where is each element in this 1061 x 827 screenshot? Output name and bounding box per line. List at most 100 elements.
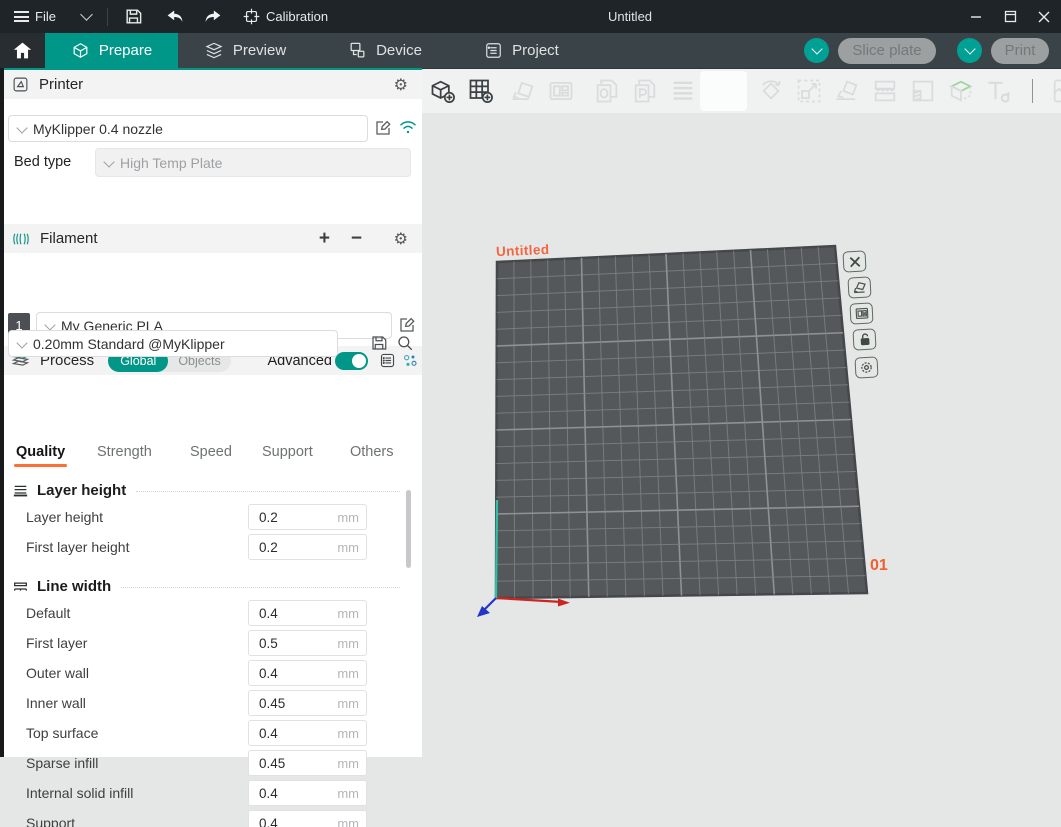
file-menu-dropdown[interactable] [76, 0, 97, 33]
arrange-plate-button[interactable] [849, 302, 873, 324]
fill-color-button[interactable] [904, 71, 942, 111]
mesh-cube-button[interactable] [942, 71, 980, 111]
slice-options-button[interactable] [804, 38, 829, 63]
edit-printer-button[interactable] [374, 119, 392, 137]
redo-button[interactable] [197, 0, 229, 33]
save-preset-button[interactable] [370, 334, 388, 352]
add-object-button[interactable] [424, 71, 462, 111]
compare-presets-button[interactable] [402, 353, 418, 369]
delete-plate-button[interactable] [842, 250, 866, 272]
bed-type-select[interactable]: High Temp Plate [95, 148, 411, 177]
chevron-down-icon [811, 43, 822, 54]
viewport-3d[interactable]: Untitled 01 [422, 68, 1061, 758]
panel-scrollbar[interactable] [406, 490, 411, 568]
undo-button[interactable] [159, 0, 191, 33]
save-icon [124, 7, 143, 26]
setting-input[interactable]: 0.2mm [248, 504, 367, 530]
calibration-button[interactable]: Calibration [237, 0, 334, 33]
setting-input[interactable]: 0.4mm [248, 600, 367, 626]
search-settings-button[interactable] [396, 334, 414, 352]
build-plate[interactable] [422, 69, 1061, 758]
setting-input[interactable]: 0.4mm [248, 720, 367, 746]
tab-prepare[interactable]: Prepare [45, 33, 178, 68]
scale-button[interactable] [790, 71, 828, 111]
printer-preset-select[interactable]: MyKlipper 0.4 nozzle [8, 115, 368, 142]
setting-input[interactable]: 0.4mm [248, 660, 367, 686]
setting-input[interactable]: 0.45mm [248, 750, 367, 776]
maximize-button[interactable] [993, 0, 1027, 33]
filament-settings-button[interactable]: ⚙ [394, 229, 408, 249]
lock-plate-button[interactable] [852, 328, 876, 350]
auto-orient-button[interactable] [504, 71, 542, 111]
printer-section-header: Printer ⚙ [0, 70, 422, 99]
split-button[interactable] [866, 71, 904, 111]
tab-device[interactable]: Device [312, 33, 458, 68]
rotate-button[interactable] [752, 71, 790, 111]
file-menu[interactable]: File [8, 0, 62, 33]
redo-icon [203, 8, 223, 26]
process-tab-support[interactable]: Support [262, 444, 313, 460]
filament-header-label: Filament [40, 230, 98, 247]
setting-input[interactable]: 0.5mm [248, 630, 367, 656]
setting-input[interactable]: 0.4mm [248, 780, 367, 806]
bed-type-value: High Temp Plate [120, 155, 222, 171]
toolbar-separator [1032, 79, 1033, 103]
tab-preview[interactable]: Preview [178, 33, 312, 68]
process-tab-quality[interactable]: Quality [16, 444, 65, 460]
setting-label: First layer [26, 635, 248, 651]
hamburger-icon [14, 9, 29, 25]
paste-button[interactable] [626, 71, 664, 111]
setting-value: 0.2 [259, 540, 337, 555]
setting-row-sparse-infill: Sparse infill0.45mm [0, 748, 422, 778]
process-tab-others[interactable]: Others [350, 444, 394, 460]
edit-filament-button[interactable] [398, 316, 416, 334]
add-filament-button[interactable]: + [319, 228, 330, 250]
process-tab-strength[interactable]: Strength [97, 444, 152, 460]
home-button[interactable] [0, 33, 45, 68]
process-tab-speed[interactable]: Speed [190, 444, 232, 460]
minimize-button[interactable] [959, 0, 993, 33]
process-preset-select[interactable]: 0.20mm Standard @MyKlipper [8, 330, 338, 357]
edit-icon [398, 316, 416, 334]
advanced-toggle[interactable] [335, 352, 368, 370]
orient-plate-button[interactable] [847, 276, 871, 298]
print-button[interactable]: Print [991, 38, 1049, 64]
maximize-icon [1004, 10, 1017, 23]
printer-settings-button[interactable]: ⚙ [394, 75, 408, 95]
project-list-icon [484, 41, 503, 60]
setting-row-first-layer: First layer0.5mm [0, 628, 422, 658]
process-list-button[interactable] [379, 352, 396, 369]
lay-on-face-button[interactable] [828, 71, 866, 111]
setting-value: 0.4 [259, 816, 337, 827]
copy-button[interactable] [588, 71, 626, 111]
setting-input[interactable]: 0.45mm [248, 690, 367, 716]
tab-project[interactable]: Project [458, 33, 585, 68]
plate-name-label: Untitled [496, 242, 550, 259]
setting-row-support: Support0.4mm [0, 808, 422, 827]
layers-button[interactable] [664, 71, 702, 111]
save-button[interactable] [118, 0, 149, 33]
orient-plate-icon [852, 281, 867, 295]
add-plate-button[interactable] [462, 71, 500, 111]
slice-plate-button[interactable]: Slice plate [838, 38, 936, 64]
assembly-button[interactable] [1045, 71, 1061, 111]
close-button[interactable] [1027, 0, 1061, 33]
text-tool-button[interactable] [980, 71, 1018, 111]
setting-input[interactable]: 0.2mm [248, 534, 367, 560]
print-options-button[interactable] [957, 38, 982, 63]
remove-filament-button[interactable]: − [351, 228, 362, 250]
setting-row-inner-wall: Inner wall0.45mm [0, 688, 422, 718]
setting-input[interactable]: 0.4mm [248, 810, 367, 827]
printer-connection-button[interactable] [399, 120, 417, 140]
setting-value: 0.5 [259, 636, 337, 651]
group-header-layer-height: Layer height [0, 478, 422, 502]
tab-prepare-label: Prepare [99, 42, 152, 59]
group-header-line-width: Line width [0, 574, 422, 598]
preview-layers-icon [204, 41, 224, 60]
mesh-cube-icon [947, 77, 975, 105]
setting-label: Internal solid infill [26, 785, 248, 801]
line-width-icon [12, 579, 29, 594]
arrange-button[interactable] [542, 71, 580, 111]
plate-settings-button[interactable] [854, 356, 878, 378]
layers-icon [669, 77, 697, 105]
